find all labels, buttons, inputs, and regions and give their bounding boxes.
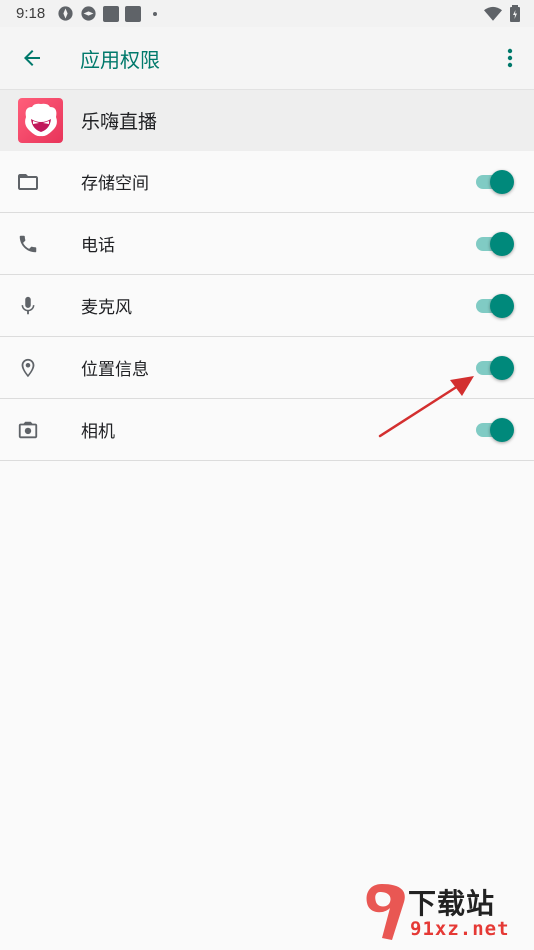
- location-permission-toggle[interactable]: [474, 355, 514, 381]
- app-icon: [18, 98, 63, 143]
- permission-label: 麦克风: [81, 298, 132, 318]
- arrow-back-icon: [24, 50, 40, 66]
- app-bar: 应用权限: [0, 27, 534, 89]
- permission-row-microphone[interactable]: 麦克风: [0, 275, 534, 337]
- status-time: 9:18: [16, 5, 46, 22]
- permission-label: 存储空间: [81, 174, 149, 194]
- more-options-button[interactable]: [498, 44, 522, 72]
- watermark-site: 91xz.net: [410, 918, 510, 940]
- system-icons: [484, 5, 520, 22]
- app-info-header: 乐嗨直播: [0, 89, 534, 151]
- toggle-thumb: [490, 417, 514, 442]
- status-bar: 9:18: [0, 0, 534, 27]
- location-icon: [16, 356, 40, 380]
- storage-permission-toggle[interactable]: [474, 169, 514, 195]
- permission-label: 电话: [81, 236, 115, 256]
- phone-icon: [16, 232, 40, 256]
- back-button[interactable]: [18, 44, 46, 72]
- microphone-permission-toggle[interactable]: [474, 293, 514, 319]
- annotation-arrow-icon: [378, 376, 474, 438]
- sync-icon: [81, 6, 96, 21]
- toggle-thumb: [490, 169, 514, 194]
- permission-label: 位置信息: [81, 360, 149, 380]
- watermark-logo-icon: [366, 884, 405, 940]
- more-vert-icon: [507, 48, 513, 68]
- folder-icon: [16, 170, 40, 194]
- app-name: 乐嗨直播: [81, 111, 158, 133]
- watermark: 下载站 91xz.net: [360, 880, 530, 946]
- camera-icon: [16, 418, 40, 442]
- page-title: 应用权限: [80, 47, 160, 72]
- notification-square-icon: [103, 5, 120, 22]
- notification-square-icon: [125, 5, 142, 22]
- app-mascot-icon: [24, 103, 57, 136]
- phone-permission-toggle[interactable]: [474, 231, 514, 257]
- sync-icon: [58, 6, 73, 21]
- toggle-thumb: [490, 355, 514, 380]
- toggle-thumb: [490, 293, 514, 318]
- battery-icon: [510, 5, 520, 22]
- more-notifications-dot-icon: [153, 11, 158, 16]
- notification-icons: [57, 5, 158, 22]
- permission-row-phone[interactable]: 电话: [0, 213, 534, 275]
- permission-row-storage[interactable]: 存储空间: [0, 151, 534, 213]
- camera-permission-toggle[interactable]: [474, 417, 514, 443]
- wifi-icon: [484, 6, 502, 21]
- watermark-brand: 下载站: [408, 887, 496, 920]
- microphone-icon: [16, 294, 40, 318]
- toggle-thumb: [490, 231, 514, 256]
- permission-label: 相机: [81, 422, 115, 442]
